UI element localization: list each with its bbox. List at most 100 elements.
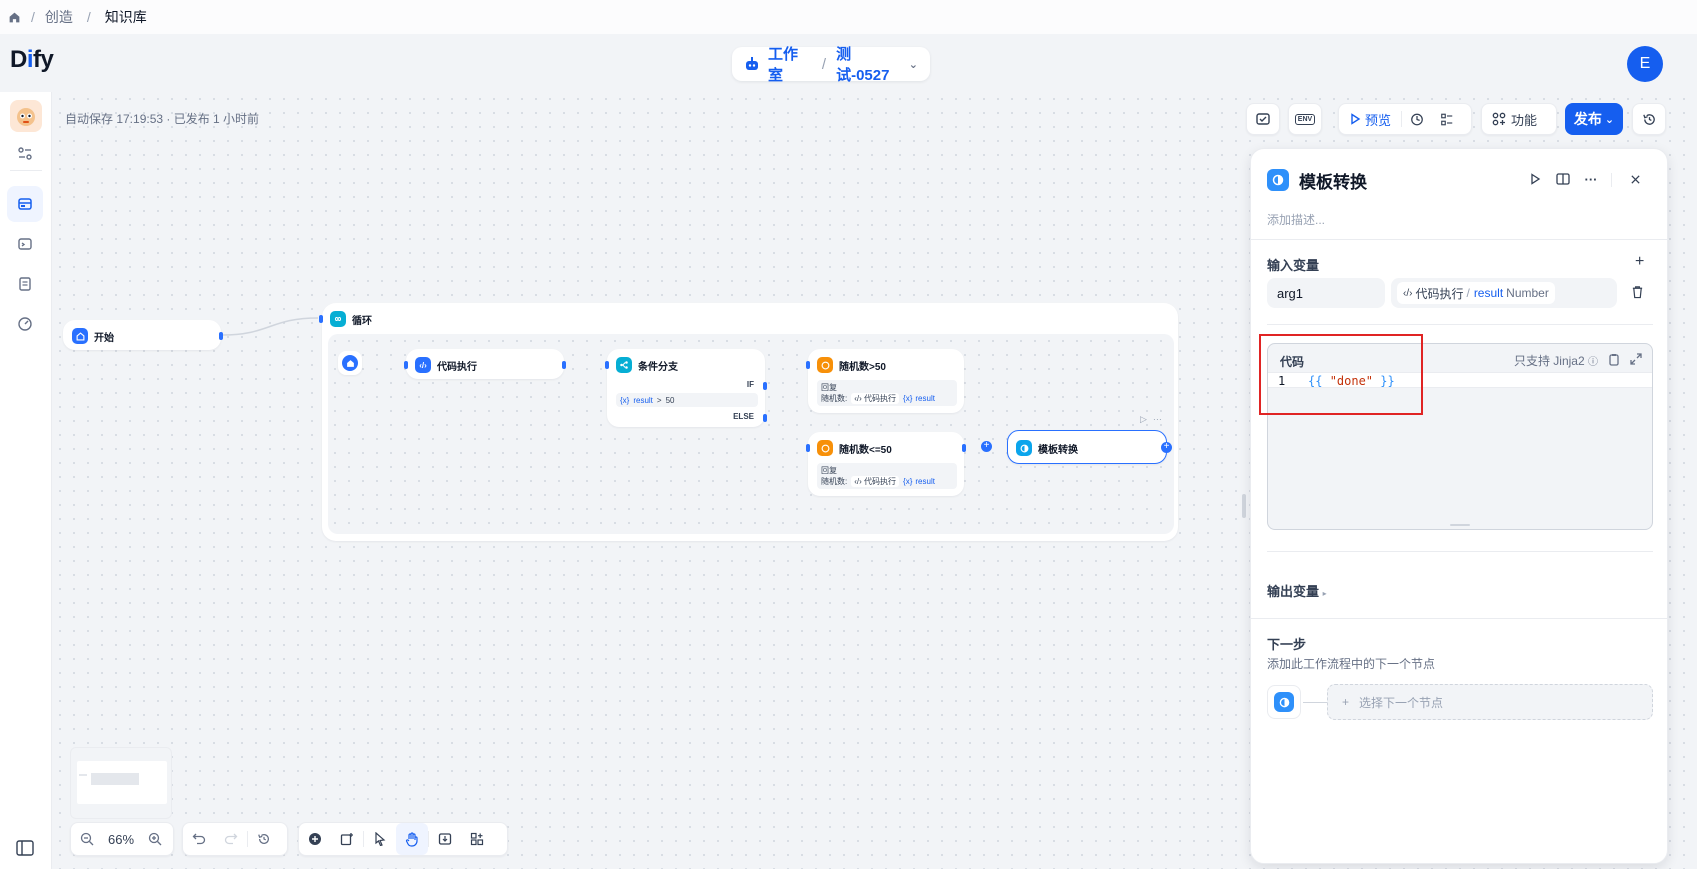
add-node-plus-icon[interactable]: + <box>981 441 992 452</box>
zoom-level[interactable]: 66% <box>103 832 139 847</box>
start-node-title: 开始 <box>94 332 114 344</box>
reply-gt50-title: 随机数>50 <box>839 361 886 373</box>
panel-resize-handle[interactable] <box>1242 494 1246 518</box>
reply-gt50-content: 回复 随机数: ‹/› 代码执行 {x} result <box>817 380 957 406</box>
more-icon[interactable]: ··· <box>1153 414 1162 425</box>
add-node-plus-icon[interactable]: + <box>1161 442 1172 453</box>
code-editor-tools: 只支持 Jinja2 ⓘ <box>1514 352 1642 369</box>
undo-icon[interactable] <box>183 823 215 855</box>
code-icon: ‹/› <box>415 357 431 373</box>
add-variable-plus-icon[interactable]: + <box>1635 253 1644 271</box>
reply-icon <box>817 440 833 456</box>
code-node-in-handle[interactable] <box>404 361 408 369</box>
input-vars-title: 输入变量 <box>1267 258 1320 273</box>
if-else-in-handle[interactable] <box>605 361 609 369</box>
copy-icon[interactable] <box>1608 353 1620 369</box>
template-icon <box>1267 169 1289 191</box>
code-node-out-handle[interactable] <box>562 361 566 369</box>
current-node-badge <box>1267 685 1301 719</box>
else-handle[interactable] <box>763 414 767 422</box>
minimap-node <box>79 774 87 776</box>
history-icon[interactable] <box>248 823 280 855</box>
zoom-controls: 66% <box>70 822 174 856</box>
template-icon <box>1274 692 1294 712</box>
editor-resize-handle[interactable] <box>1450 524 1470 526</box>
variable-icon: {x} <box>903 477 913 486</box>
trash-icon[interactable] <box>1631 285 1644 302</box>
next-step-desc: 添加此工作流程中的下一个节点 <box>1267 657 1436 671</box>
reply-gt50-node[interactable]: 随机数>50 回复 随机数: ‹/› 代码执行 {x} result <box>806 349 964 413</box>
panel-divider <box>1267 551 1653 552</box>
header-divider <box>1611 173 1612 187</box>
add-node-icon[interactable] <box>299 823 331 855</box>
zoom-in-icon[interactable] <box>139 823 171 855</box>
variable-icon: {x} <box>903 394 913 403</box>
output-vars-title[interactable]: 输出变量 ▸ <box>1267 581 1327 600</box>
reply-le50-title: 随机数<=50 <box>839 444 892 456</box>
code-icon: ‹/› <box>854 477 862 486</box>
if-else-node[interactable]: 条件分支 IF {x} result > 50 ELSE <box>605 349 767 427</box>
variable-name-input[interactable]: arg1 <box>1267 278 1385 308</box>
hand-pan-icon[interactable] <box>396 823 428 855</box>
template-transform-node[interactable]: 模板转换 + <box>1007 430 1172 464</box>
panel-divider <box>1267 324 1653 325</box>
node-mini-actions: ▷ ··· <box>1140 414 1162 425</box>
highlight-annotation-box <box>1259 334 1423 415</box>
reply-gt50-handle[interactable] <box>806 361 810 369</box>
plus-icon: + <box>1342 695 1350 709</box>
if-condition: {x} result > 50 <box>616 393 758 407</box>
redo-icon[interactable] <box>215 823 247 855</box>
home-icon <box>72 328 88 344</box>
loop-infinity-icon <box>330 311 346 327</box>
panel-divider <box>1251 618 1669 619</box>
expand-icon[interactable] <box>1630 353 1642 368</box>
loop-node-title: 循环 <box>352 315 372 327</box>
add-note-icon[interactable] <box>331 823 363 855</box>
code-node[interactable]: ‹/› 代码执行 <box>404 349 566 379</box>
info-icon: ⓘ <box>1588 357 1598 368</box>
variable-icon: {x} <box>620 395 630 405</box>
next-step-connector <box>1303 702 1327 703</box>
reply-le50-in-handle[interactable] <box>806 444 810 452</box>
reply-le50-node[interactable]: 随机数<=50 回复 随机数: ‹/› 代码执行 {x} result <box>806 432 966 496</box>
variable-selector[interactable]: ‹/› 代码执行 / result Number <box>1391 278 1617 308</box>
if-else-node-title: 条件分支 <box>638 361 678 373</box>
loop-start-node[interactable] <box>338 351 362 375</box>
run-node-icon[interactable]: ▷ <box>1140 414 1147 425</box>
code-node-title: 代码执行 <box>437 361 477 373</box>
panel-divider <box>1251 239 1669 240</box>
organize-layout-icon[interactable] <box>461 823 493 855</box>
loop-node-handle[interactable] <box>319 315 323 323</box>
more-icon[interactable]: ··· <box>1581 169 1601 189</box>
node-config-panel: 模板转换 ··· 添加描述... 输入变量 + arg1 ‹/› 代码执行 / … <box>1250 148 1669 864</box>
minimap-node <box>91 773 139 785</box>
help-book-icon[interactable] <box>1553 169 1573 189</box>
minimap[interactable] <box>70 747 172 819</box>
description-input[interactable]: 添加描述... <box>1267 211 1325 228</box>
if-handle[interactable] <box>763 382 767 390</box>
reply-icon <box>817 357 833 373</box>
canvas-tools <box>298 822 508 856</box>
template-node-title: 模板转换 <box>1038 444 1078 456</box>
start-node-handle[interactable] <box>219 332 223 340</box>
reply-le50-out-handle[interactable] <box>962 444 966 452</box>
close-icon[interactable] <box>1625 169 1645 189</box>
reply-le50-content: 回复 随机数: ‹/› 代码执行 {x} result <box>817 463 957 489</box>
panel-title[interactable]: 模板转换 <box>1299 168 1367 193</box>
caret-right-icon: ▸ <box>1322 589 1327 598</box>
zoom-out-icon[interactable] <box>71 823 103 855</box>
run-step-icon[interactable] <box>1525 169 1545 189</box>
export-image-icon[interactable] <box>429 823 461 855</box>
next-step-title: 下一步 <box>1267 637 1307 652</box>
start-node[interactable]: 开始 <box>63 320 223 350</box>
else-branch-label: ELSE <box>733 412 754 421</box>
if-branch-label: IF <box>746 380 754 389</box>
select-next-node-button[interactable]: + 选择下一个节点 <box>1327 684 1653 720</box>
template-icon <box>1016 440 1032 456</box>
jinja-note: 只支持 Jinja2 ⓘ <box>1513 354 1598 368</box>
code-icon: ‹/› <box>854 394 862 403</box>
history-controls <box>182 822 288 856</box>
pointer-icon[interactable] <box>364 823 396 855</box>
code-icon: ‹/› <box>1403 287 1413 299</box>
home-icon <box>342 355 358 371</box>
